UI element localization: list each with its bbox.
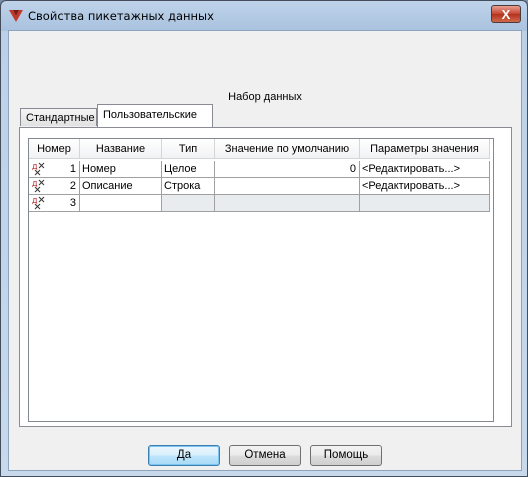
- title-bar[interactable]: Свойства пикетажных данных X: [1, 1, 527, 31]
- type-cell[interactable]: Строка: [162, 178, 215, 195]
- dialog-client-area: Набор данных Стандартные Пользовательски…: [8, 30, 522, 471]
- table-row-icon: Д: [32, 162, 45, 176]
- table-row-icon: Д: [32, 196, 45, 210]
- tab-custom[interactable]: Пользовательские: [97, 104, 213, 127]
- default-value-cell[interactable]: [215, 178, 360, 195]
- tab-panel: Номер Название Тип Значение по умолчанию…: [19, 127, 512, 427]
- type-cell[interactable]: Целое: [162, 161, 215, 178]
- params-cell[interactable]: <Редактировать...>: [360, 161, 490, 178]
- default-value-cell[interactable]: [215, 195, 360, 212]
- cancel-button[interactable]: Отмена: [229, 445, 301, 466]
- default-value-cell[interactable]: 0: [215, 161, 360, 178]
- row-number-cell[interactable]: Д 3: [29, 195, 80, 212]
- tab-standard[interactable]: Стандартные: [20, 108, 97, 126]
- help-button[interactable]: Помощь: [310, 445, 382, 466]
- svg-text:Д: Д: [32, 197, 38, 205]
- params-cell[interactable]: [360, 195, 490, 212]
- column-header-params[interactable]: Параметры значения: [360, 139, 490, 159]
- close-button[interactable]: X: [491, 5, 521, 23]
- name-cell[interactable]: Описание: [80, 178, 162, 195]
- app-logo-icon: [9, 10, 23, 22]
- name-cell[interactable]: Номер: [80, 161, 162, 178]
- dialog-buttons: Да Отмена Помощь: [9, 445, 521, 467]
- grid-header: Номер Название Тип Значение по умолчанию…: [29, 139, 493, 161]
- dialog-window: Свойства пикетажных данных X Набор данны…: [0, 0, 528, 477]
- column-header-number[interactable]: Номер: [29, 139, 80, 159]
- row-number-cell[interactable]: Д 2: [29, 178, 80, 195]
- svg-text:Д: Д: [32, 163, 38, 171]
- row-number-cell[interactable]: Д 1: [29, 161, 80, 178]
- table-row-icon: Д: [32, 179, 45, 193]
- row-number: 1: [69, 163, 76, 175]
- svg-text:Д: Д: [32, 180, 38, 188]
- row-number: 2: [69, 180, 76, 192]
- group-caption: Набор данных: [228, 91, 302, 103]
- column-header-name[interactable]: Название: [80, 139, 162, 159]
- params-cell[interactable]: <Редактировать...>: [360, 178, 490, 195]
- column-header-default[interactable]: Значение по умолчанию: [215, 139, 360, 159]
- name-cell[interactable]: [80, 195, 162, 212]
- type-cell[interactable]: [162, 195, 215, 212]
- data-grid[interactable]: Номер Название Тип Значение по умолчанию…: [28, 138, 494, 422]
- row-number: 3: [69, 197, 76, 209]
- ok-button[interactable]: Да: [148, 445, 220, 466]
- column-header-type[interactable]: Тип: [162, 139, 215, 159]
- window-title: Свойства пикетажных данных: [28, 9, 214, 23]
